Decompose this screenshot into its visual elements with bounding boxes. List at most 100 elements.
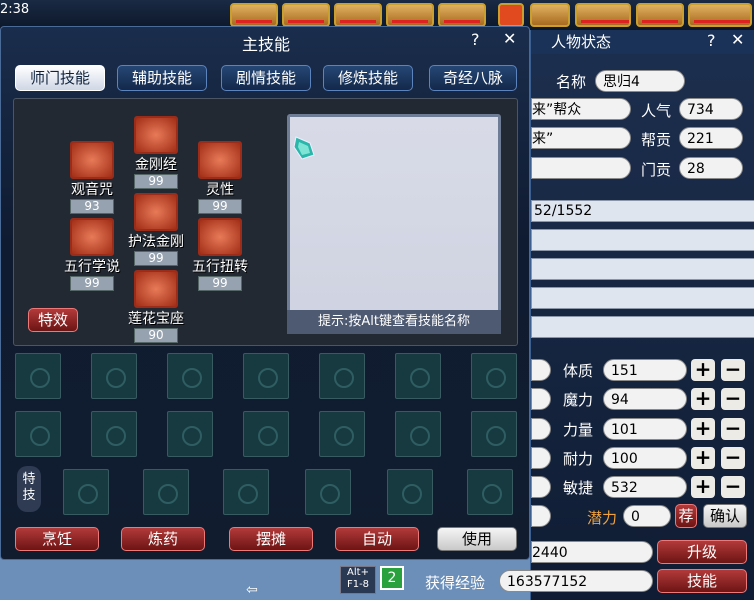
buff-icon[interactable] (498, 3, 524, 27)
confirm-button[interactable]: 确认 (703, 504, 747, 528)
party-portrait[interactable] (334, 3, 382, 27)
jade-charm-icon (293, 136, 315, 160)
decrease-button[interactable]: − (721, 447, 745, 469)
skill-name: 灵性 (206, 182, 234, 198)
decrease-button[interactable]: − (721, 476, 745, 498)
help-icon[interactable]: ? (707, 31, 716, 50)
trident-icon (134, 193, 178, 231)
increase-button[interactable]: + (691, 447, 715, 469)
cooking-button[interactable]: 烹饪 (15, 527, 99, 551)
tab-cultivation-skills[interactable]: 修炼技能 (323, 65, 413, 91)
use-button[interactable]: 使用 (437, 527, 517, 551)
increase-button[interactable]: + (691, 359, 715, 381)
player-portrait[interactable] (636, 3, 684, 27)
auto-button[interactable]: 自动 (335, 527, 419, 551)
beads-icon (198, 218, 242, 256)
character-status-panel: 人物状态 ? ✕ 名称 思归4 来”帮众 人气 734 来” 帮贡 221 门贡… (425, 30, 754, 600)
skill-slot[interactable] (243, 411, 289, 457)
popularity-label: 人气 (641, 102, 672, 120)
upgrade-button[interactable]: 升级 (657, 540, 747, 564)
hp-bar: 52/1552 (531, 200, 754, 222)
decrease-button[interactable]: − (721, 359, 745, 381)
skill-item[interactable]: 护法金刚 99 (128, 193, 184, 266)
energy-bar (531, 316, 754, 338)
party-portrait[interactable] (438, 3, 486, 27)
skill-slot[interactable] (471, 411, 517, 457)
help-icon[interactable]: ? (471, 30, 480, 49)
increase-button[interactable]: + (691, 476, 715, 498)
increase-button[interactable]: + (691, 388, 715, 410)
skill-slot[interactable] (319, 411, 365, 457)
skill-slot[interactable] (395, 411, 441, 457)
skill-slot[interactable] (167, 411, 213, 457)
tab-school-skills[interactable]: 师门技能 (15, 65, 105, 91)
recommend-button[interactable]: 荐 (675, 504, 697, 528)
party-portrait[interactable] (386, 3, 434, 27)
skill-slot[interactable] (15, 411, 61, 457)
clock-text: 2:38 (0, 2, 30, 17)
skill-slot[interactable] (471, 353, 517, 399)
attribute-value: 94 (603, 388, 687, 410)
tab-meridians[interactable]: 奇经八脉 (429, 65, 517, 91)
special-skill-slot[interactable] (223, 469, 269, 515)
exp-label: 获得经验 (425, 574, 486, 592)
increase-button[interactable]: + (691, 418, 715, 440)
skill-level: 99 (70, 276, 114, 291)
skill-slot[interactable] (167, 353, 213, 399)
title-field: 来” (531, 127, 631, 149)
name-value: 思归4 (595, 70, 685, 92)
throne-icon (134, 270, 178, 308)
skill-slot[interactable] (319, 353, 365, 399)
special-skill-slot[interactable] (63, 469, 109, 515)
skill-slot[interactable] (395, 353, 441, 399)
skill-window-title: 主技能 (241, 35, 290, 54)
left-attr-field (531, 418, 551, 440)
decrease-button[interactable]: − (721, 388, 745, 410)
skill-level: 93 (70, 199, 114, 214)
bagua-icon (70, 218, 114, 256)
close-icon[interactable]: ✕ (503, 29, 516, 48)
hotkey-indicator: Alt+ F1-8 (340, 566, 376, 594)
attribute-value: 151 (603, 359, 687, 381)
party-portrait[interactable] (282, 3, 330, 27)
skill-slot[interactable] (91, 353, 137, 399)
alchemy-button[interactable]: 炼药 (121, 527, 205, 551)
skill-level: 99 (198, 199, 242, 214)
attribute-label: 体质 (563, 362, 594, 380)
tab-story-skills[interactable]: 剧情技能 (221, 65, 311, 91)
mp-bar (531, 229, 754, 251)
attribute-label: 敏捷 (563, 479, 594, 497)
special-skill-slot[interactable] (467, 469, 513, 515)
close-icon[interactable]: ✕ (731, 30, 744, 49)
exp-needed-value: 2440 (531, 541, 653, 563)
skill-name: 护法金刚 (128, 234, 184, 250)
school-contribution-label: 门贡 (641, 161, 672, 179)
skill-item[interactable]: 五行扭转 99 (192, 218, 248, 291)
skill-item[interactable]: 灵性 99 (196, 141, 244, 214)
skill-slot[interactable] (243, 353, 289, 399)
pet-portrait[interactable] (530, 3, 570, 27)
special-skill-slot[interactable] (305, 469, 351, 515)
potential-label: 潜力 (587, 509, 618, 527)
stall-button[interactable]: 摆摊 (229, 527, 313, 551)
special-skill-slot[interactable] (387, 469, 433, 515)
tab-support-skills[interactable]: 辅助技能 (117, 65, 207, 91)
skill-slot[interactable] (91, 411, 137, 457)
decrease-button[interactable]: − (721, 418, 745, 440)
left-attr-field (531, 359, 551, 381)
special-effect-button[interactable]: 特效 (28, 308, 78, 332)
hotkey-page-badge[interactable]: 2 (380, 566, 404, 590)
party-portrait[interactable] (230, 3, 278, 27)
special-skill-slot[interactable] (143, 469, 189, 515)
skill-item[interactable]: 金刚经 99 (132, 116, 180, 189)
attribute-value: 101 (603, 418, 687, 440)
attribute-label: 力量 (563, 421, 594, 439)
left-attr-field (531, 447, 551, 469)
skill-item[interactable]: 五行学说 99 (64, 218, 120, 291)
skill-item[interactable]: 观音咒 93 (68, 141, 116, 214)
skill-slot[interactable] (15, 353, 61, 399)
skills-button[interactable]: 技能 (657, 569, 747, 593)
skill-item[interactable]: 莲花宝座 90 (128, 270, 184, 343)
exit-arrow-icon[interactable]: ⇦ (246, 582, 258, 598)
skill-level: 99 (134, 251, 178, 266)
